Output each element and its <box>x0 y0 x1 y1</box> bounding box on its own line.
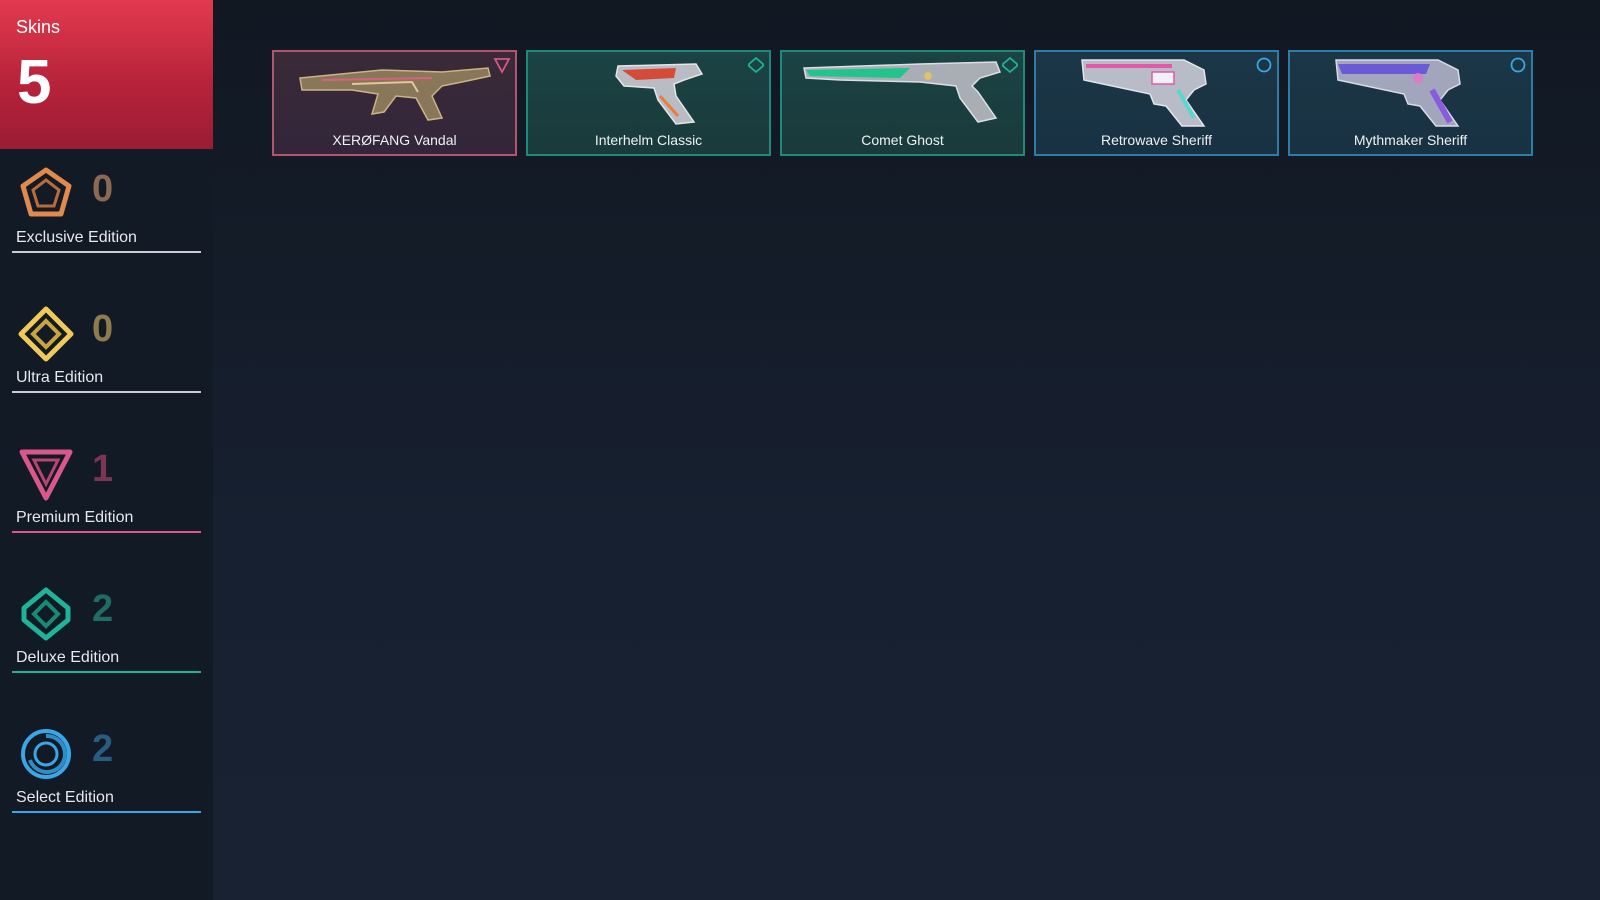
skin-card-mythmaker-sheriff[interactable]: Mythmaker Sheriff <box>1288 50 1533 156</box>
skin-name: XERØFANG Vandal <box>332 132 457 148</box>
skin-name: Comet Ghost <box>861 132 944 148</box>
premium-edition-icon <box>18 446 74 502</box>
ghost-pistol-icon <box>800 56 1005 128</box>
sheriff-revolver-icon <box>1054 56 1259 128</box>
select-edition-icon <box>1509 56 1527 74</box>
skin-card-interhelm-classic[interactable]: Interhelm Classic <box>526 50 771 156</box>
tier-divider <box>12 391 201 393</box>
tier-count: 0 <box>92 168 114 210</box>
tier-exclusive-edition[interactable]: 0 Exclusive Edition <box>12 166 201 256</box>
skins-list: XERØFANG Vandal Interhelm Classic Comet … <box>272 50 1533 156</box>
tier-divider <box>12 251 201 253</box>
vandal-rifle-icon <box>292 56 497 128</box>
tier-ultra-edition[interactable]: 0 Ultra Edition <box>12 306 201 396</box>
skin-card-comet-ghost[interactable]: Comet Ghost <box>780 50 1025 156</box>
tier-label: Ultra Edition <box>16 369 104 386</box>
skin-name: Retrowave Sheriff <box>1100 132 1212 148</box>
tier-label: Select Edition <box>16 789 114 806</box>
tier-count: 2 <box>92 728 114 770</box>
sheriff-revolver-icon <box>1308 56 1513 128</box>
tier-divider <box>12 671 201 673</box>
skin-name: Mythmaker Sheriff <box>1353 132 1468 148</box>
tier-label: Deluxe Edition <box>16 649 120 666</box>
tier-count: 0 <box>92 308 114 350</box>
exclusive-edition-icon <box>18 166 74 222</box>
ultra-edition-icon <box>18 306 74 362</box>
tier-label: Premium Edition <box>16 509 134 526</box>
tier-deluxe-edition[interactable]: 2 Deluxe Edition <box>12 586 201 676</box>
skins-collection-screen: Skins 5 0 Exclusive Edition 0 Ultra Edit… <box>0 0 1600 900</box>
skin-name: Interhelm Classic <box>594 132 703 148</box>
tier-count: 2 <box>92 588 114 630</box>
premium-edition-icon <box>493 56 511 74</box>
select-edition-icon <box>1255 56 1273 74</box>
tier-select-edition[interactable]: 2 Select Edition <box>12 726 201 816</box>
tier-divider <box>12 811 201 813</box>
edition-sidebar: Skins 5 0 Exclusive Edition 0 Ultra Edit… <box>0 0 213 900</box>
classic-pistol-icon <box>546 56 751 128</box>
deluxe-edition-icon <box>1001 56 1019 74</box>
select-edition-icon <box>18 726 74 782</box>
tier-count: 1 <box>92 448 114 490</box>
total-skins-label: Skins <box>16 17 61 37</box>
tier-label: Exclusive Edition <box>16 229 137 246</box>
deluxe-edition-icon <box>18 586 74 642</box>
deluxe-edition-icon <box>747 56 765 74</box>
tier-divider <box>12 531 201 533</box>
total-skins-count: 5 <box>17 48 52 117</box>
tier-premium-edition[interactable]: 1 Premium Edition <box>12 446 201 536</box>
skin-card-retrowave-sheriff[interactable]: Retrowave Sheriff <box>1034 50 1279 156</box>
skin-card-xerofang-vandal[interactable]: XERØFANG Vandal <box>272 50 517 156</box>
total-skins-card: Skins 5 <box>0 0 213 149</box>
